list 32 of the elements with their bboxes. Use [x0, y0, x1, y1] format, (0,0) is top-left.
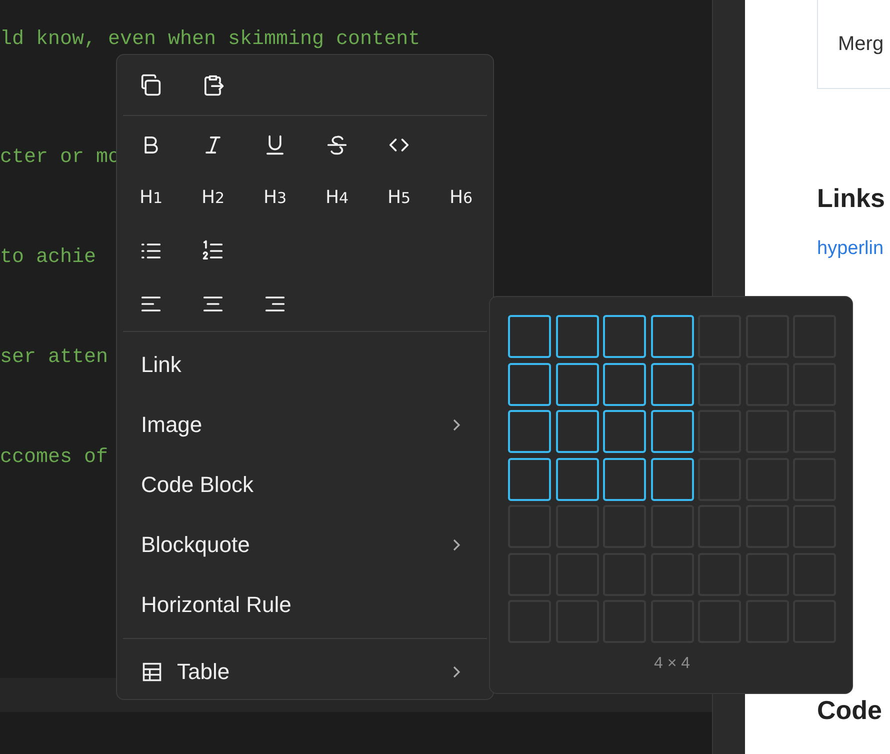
grid-cell[interactable] [556, 315, 598, 358]
table-size-label: 4 × 4 [652, 655, 692, 673]
menu-item[interactable]: Horizontal Rule [123, 575, 487, 635]
grid-cell[interactable] [508, 410, 551, 453]
box-text: Merg [838, 32, 884, 56]
section-heading: Links [817, 182, 886, 215]
menu-item[interactable]: Code Block [123, 455, 487, 515]
menu-item[interactable]: Image [123, 395, 487, 455]
grid-cell[interactable] [603, 410, 646, 453]
grid-cell[interactable] [603, 458, 646, 500]
table-icon [141, 661, 163, 683]
code-line: ld know, even when skimming content [0, 28, 420, 51]
grid-cell[interactable] [508, 362, 551, 406]
grid-cell[interactable] [603, 362, 646, 406]
code-line: ccomes of [0, 446, 108, 469]
grid-cell[interactable] [508, 458, 551, 500]
grid-cell[interactable] [650, 315, 694, 358]
grid-cell[interactable] [650, 362, 694, 406]
grid-cell[interactable] [508, 315, 551, 358]
grid-cell[interactable] [556, 362, 598, 406]
grid-cell[interactable] [556, 410, 598, 453]
code-line: ser atten [0, 346, 108, 369]
menu-item[interactable]: Link [123, 335, 487, 395]
menu-item[interactable]: Table [123, 642, 487, 702]
grid-cell[interactable] [650, 410, 694, 453]
grid-cell[interactable] [650, 458, 694, 500]
grid-cell[interactable] [603, 315, 646, 358]
code-line: to achie [0, 246, 96, 269]
grid-cell[interactable] [556, 458, 598, 500]
menu-item[interactable]: Blockquote [123, 515, 487, 575]
section-heading: Code [817, 694, 883, 727]
hyperlink[interactable]: hyperlin [817, 237, 890, 261]
